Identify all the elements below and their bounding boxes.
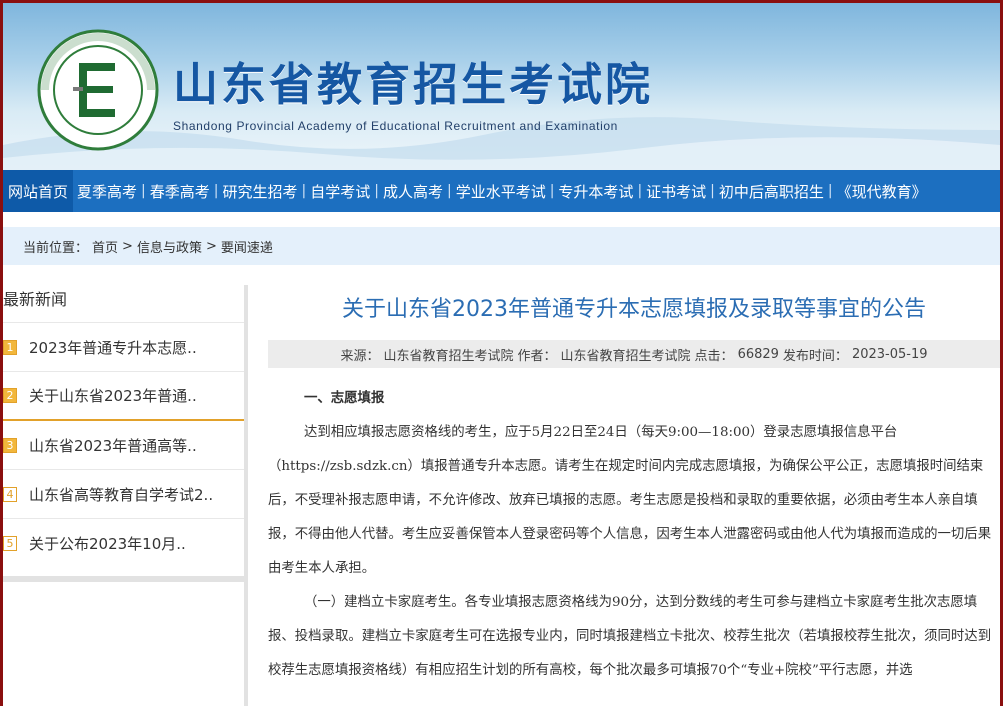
nav-item-upgrade[interactable]: 专升本考试 xyxy=(554,170,637,212)
list-item[interactable]: 1 2023年普通专升本志愿.. xyxy=(3,323,244,372)
article-title: 关于山东省2023年普通专升本志愿填报及录取等事宜的公告 xyxy=(342,297,926,322)
sidebar-divider xyxy=(3,576,244,582)
breadcrumb-news[interactable]: 要闻速递 xyxy=(221,237,273,256)
article-body: 一、志愿填报 达到相应填报志愿资格线的考生，应于5月22日至24日（每天9:00… xyxy=(268,382,1000,688)
nav-item-modern-education[interactable]: 《现代教育》 xyxy=(833,170,931,212)
page-frame: 山东省教育招生考试院 Shandong Provincial Academy o… xyxy=(3,3,1000,706)
list-item[interactable]: 5 关于公布2023年10月.. xyxy=(3,519,244,568)
rank-badge: 5 xyxy=(3,536,17,551)
breadcrumb-policy[interactable]: 信息与政策 xyxy=(137,237,202,256)
section-heading: 一、志愿填报 xyxy=(304,391,385,406)
list-item-text: 关于山东省2023年普通.. xyxy=(29,387,197,405)
list-item[interactable]: 2 关于山东省2023年普通.. xyxy=(3,372,244,421)
list-item-text: 2023年普通专升本志愿.. xyxy=(29,338,197,357)
rank-badge: 1 xyxy=(3,339,17,355)
paragraph: 达到相应填报志愿资格线的考生，应于5月22日至24日（每天9:00—18:00）… xyxy=(268,425,992,576)
paragraph: （一）建档立卡家庭考生。各专业填报志愿资格线为90分，达到分数线的考生可参与建档… xyxy=(268,595,992,678)
nav-item-certificate[interactable]: 证书考试 xyxy=(642,170,710,212)
list-item-text: 关于公布2023年10月.. xyxy=(29,535,186,553)
article-meta: 来源： 山东省教育招生考试院 作者： 山东省教育招生考试院 点击： 66829 发布时… xyxy=(268,340,1000,368)
academy-logo xyxy=(37,29,159,151)
breadcrumb-label: 当前位置： xyxy=(23,240,89,256)
nav-item-graduate[interactable]: 研究生招考 xyxy=(218,170,301,212)
meta-clicks: 66829 xyxy=(737,346,779,362)
site-subtitle: Shandong Provincial Academy of Education… xyxy=(173,119,618,133)
nav-item-proficiency[interactable]: 学业水平考试 xyxy=(452,170,550,212)
meta-time: 2023-05-19 xyxy=(851,346,928,362)
nav-item-self-study[interactable]: 自学考试 xyxy=(306,170,374,212)
sidebar: 最新新闻 1 2023年普通专升本志愿.. 2 关于山东省2023年普通.. 3… xyxy=(3,285,244,585)
meta-source: 山东省教育招生考试院 xyxy=(383,348,514,364)
rank-badge: 2 xyxy=(3,388,17,403)
column-divider xyxy=(244,285,248,706)
rank-badge: 4 xyxy=(3,486,17,502)
list-item-text: 山东省高等教育自学考试2.. xyxy=(29,485,214,504)
article: 关于山东省2023年普通专升本志愿填报及录取等事宜的公告 来源： 山东省教育招生考… xyxy=(268,285,1000,706)
meta-author: 山东省教育招生考试院 xyxy=(560,348,691,364)
sidebar-title: 最新新闻 xyxy=(3,285,244,323)
main-nav: 网站首页 夏季高考 | 春季高考 | 研究生招考 | 自学考试 | 成人高考 |… xyxy=(3,170,1000,212)
rank-badge: 3 xyxy=(3,437,17,453)
nav-item-adult[interactable]: 成人高考 xyxy=(379,170,447,212)
list-item[interactable]: 4 山东省高等教育自学考试2.. xyxy=(3,470,244,519)
list-item-text: 山东省2023年普通高等.. xyxy=(29,436,197,455)
site-title: 山东省教育招生考试院 xyxy=(173,58,654,111)
nav-item-summer-gaokao[interactable]: 夏季高考 xyxy=(73,170,141,212)
nav-item-home[interactable]: 网站首页 xyxy=(3,170,74,212)
nav-item-spring-gaokao[interactable]: 春季高考 xyxy=(146,170,214,212)
nav-item-vocational[interactable]: 初中后高职招生 xyxy=(715,170,828,212)
breadcrumb-home[interactable]: 首页 xyxy=(92,237,118,256)
header-banner: 山东省教育招生考试院 Shandong Provincial Academy o… xyxy=(3,3,1000,170)
breadcrumb: 当前位置： 首页 > 信息与政策 > 要闻速递 xyxy=(3,227,1000,265)
list-item[interactable]: 3 山东省2023年普通高等.. xyxy=(3,421,244,470)
